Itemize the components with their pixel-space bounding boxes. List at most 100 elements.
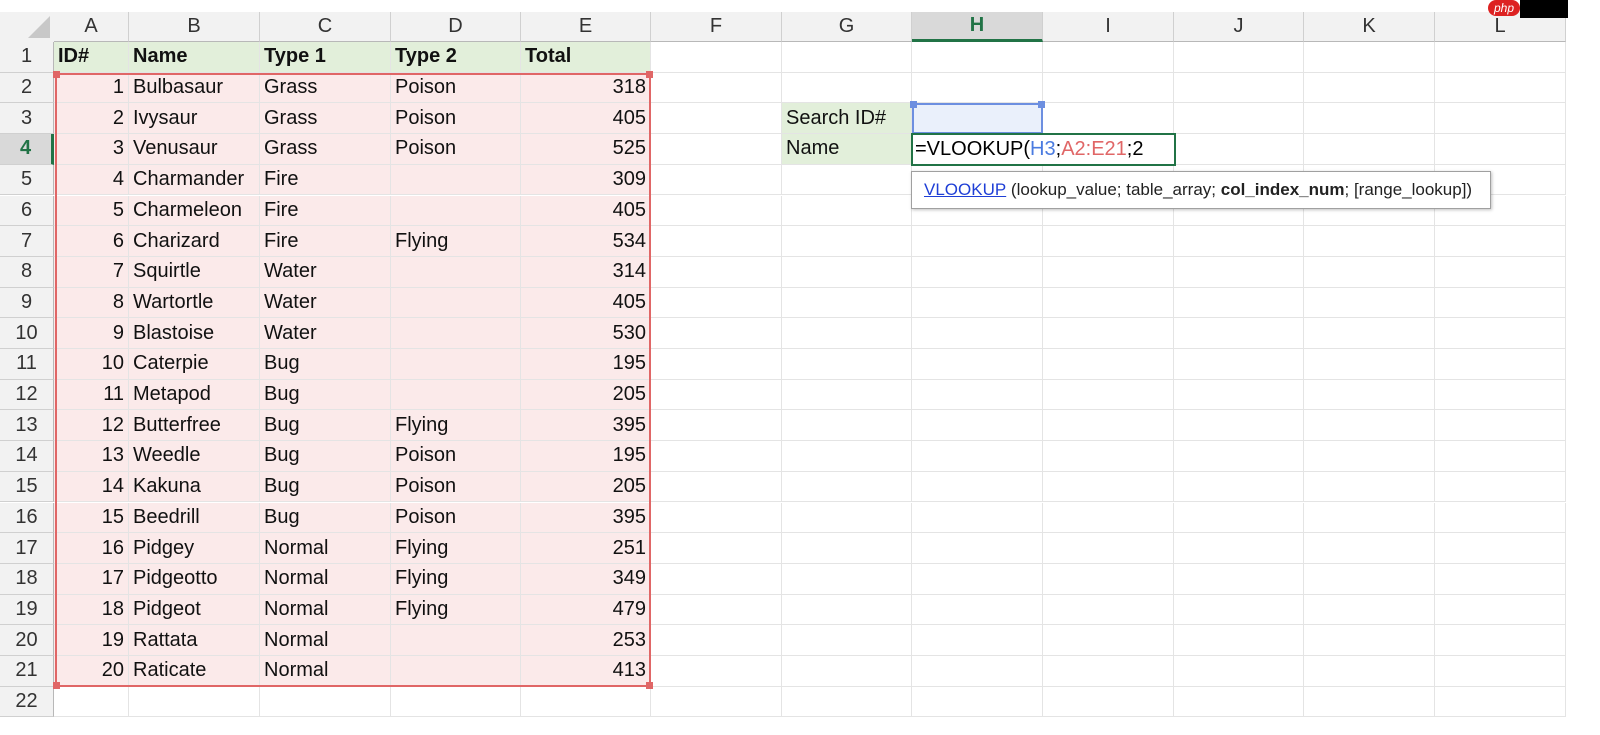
table-cell[interactable]: 19 [54,625,129,656]
grid-cell[interactable] [1435,625,1566,656]
table-cell[interactable]: Ivysaur [129,103,260,135]
table-header-cell[interactable]: Name [129,42,260,73]
table-cell[interactable]: 11 [54,379,129,411]
grid-cell[interactable] [782,594,912,626]
table-cell[interactable]: 318 [521,72,651,104]
grid-cell[interactable] [1043,103,1174,135]
table-cell[interactable]: Pidgey [129,533,260,564]
table-cell[interactable]: Water [260,256,391,288]
grid-cell[interactable] [1043,256,1174,288]
column-header-h[interactable]: H [912,12,1043,42]
grid-cell[interactable] [912,563,1043,595]
table-cell[interactable] [391,656,521,687]
table-header-cell[interactable]: Type 1 [260,42,391,73]
grid-cell[interactable] [1304,226,1435,257]
grid-cell[interactable] [129,686,260,718]
table-cell[interactable]: Bug [260,410,391,442]
table-cell[interactable]: 3 [54,134,129,165]
table-cell[interactable]: 13 [54,441,129,472]
grid-cell[interactable] [651,103,782,135]
table-cell[interactable]: Charmeleon [129,195,260,227]
grid-cell[interactable] [651,72,782,104]
table-cell[interactable]: 18 [54,594,129,626]
table-cell[interactable]: Poison [391,471,521,503]
grid-cell[interactable] [1043,441,1174,472]
row-header-13[interactable]: 13 [0,410,54,442]
table-cell[interactable] [391,164,521,196]
grid-cell[interactable] [651,256,782,288]
table-cell[interactable]: Pidgeotto [129,563,260,595]
grid-cell[interactable] [651,441,782,472]
grid-cell[interactable] [1435,533,1566,564]
grid-cell[interactable] [1435,349,1566,380]
table-cell[interactable]: 10 [54,349,129,380]
table-cell[interactable]: Normal [260,563,391,595]
grid-cell[interactable] [1043,471,1174,503]
grid-cell[interactable] [1304,502,1435,534]
table-cell[interactable] [391,256,521,288]
grid-cell[interactable] [651,533,782,564]
grid-cell[interactable] [1435,594,1566,626]
table-cell[interactable] [391,287,521,319]
table-cell[interactable]: Fire [260,226,391,257]
grid-cell[interactable] [1174,410,1304,442]
table-cell[interactable]: 2 [54,103,129,135]
grid-cell[interactable] [1304,349,1435,380]
grid-cell[interactable] [1174,349,1304,380]
column-header-f[interactable]: F [651,12,782,42]
table-cell[interactable]: Blastoise [129,318,260,349]
table-cell[interactable]: 525 [521,134,651,165]
table-cell[interactable]: Water [260,318,391,349]
grid-cell[interactable] [1304,72,1435,104]
grid-cell[interactable] [1043,563,1174,595]
grid-cell[interactable] [782,164,912,196]
column-header-i[interactable]: I [1043,12,1174,42]
formula-edit-cell-h4[interactable]: =VLOOKUP(H3; A2:E21; 2 [911,133,1176,166]
table-cell[interactable]: Butterfree [129,410,260,442]
grid-cell[interactable] [1043,349,1174,380]
table-cell[interactable]: Normal [260,625,391,656]
grid-cell[interactable] [1435,379,1566,411]
table-cell[interactable]: Bug [260,441,391,472]
table-cell[interactable]: 534 [521,226,651,257]
grid-cell[interactable] [912,256,1043,288]
grid-cell[interactable] [1435,563,1566,595]
h3-handle-top-right[interactable] [1038,101,1045,108]
grid-cell[interactable] [54,686,129,718]
table-header-cell[interactable]: Total [521,42,651,73]
grid-cell[interactable] [912,226,1043,257]
grid-cell[interactable] [1304,379,1435,411]
table-cell[interactable]: Poison [391,502,521,534]
grid-cell[interactable] [1304,318,1435,349]
row-header-1[interactable]: 1 [0,42,54,73]
grid-cell[interactable] [1174,72,1304,104]
grid-cell[interactable] [1435,441,1566,472]
column-header-b[interactable]: B [129,12,260,42]
grid-cell[interactable] [1174,594,1304,626]
spreadsheet-grid[interactable]: A B C D E F G H I J K L 1 2 3 4 5 6 7 8 9 10 11 12 13 14 15 16 17 18 1… [0,0,1600,735]
grid-cell[interactable] [1304,625,1435,656]
table-cell[interactable]: 530 [521,318,651,349]
table-cell[interactable] [391,195,521,227]
table-cell[interactable]: 405 [521,103,651,135]
table-cell[interactable]: 20 [54,656,129,687]
grid-cell[interactable] [651,594,782,626]
grid-cell[interactable] [1435,226,1566,257]
grid-cell[interactable] [651,686,782,718]
table-cell[interactable]: Rattata [129,625,260,656]
grid-cell[interactable] [912,410,1043,442]
grid-cell[interactable] [1174,471,1304,503]
grid-cell[interactable] [1304,42,1435,73]
table-cell[interactable]: 314 [521,256,651,288]
table-cell[interactable]: Bulbasaur [129,72,260,104]
grid-cell[interactable] [1043,72,1174,104]
table-cell[interactable]: Fire [260,164,391,196]
grid-cell[interactable] [912,502,1043,534]
grid-cell[interactable] [782,318,912,349]
grid-cell[interactable] [912,42,1043,73]
row-header-17[interactable]: 17 [0,533,54,564]
grid-cell[interactable] [260,686,391,718]
row-header-10[interactable]: 10 [0,318,54,349]
grid-cell[interactable] [1304,563,1435,595]
table-cell[interactable]: 395 [521,410,651,442]
